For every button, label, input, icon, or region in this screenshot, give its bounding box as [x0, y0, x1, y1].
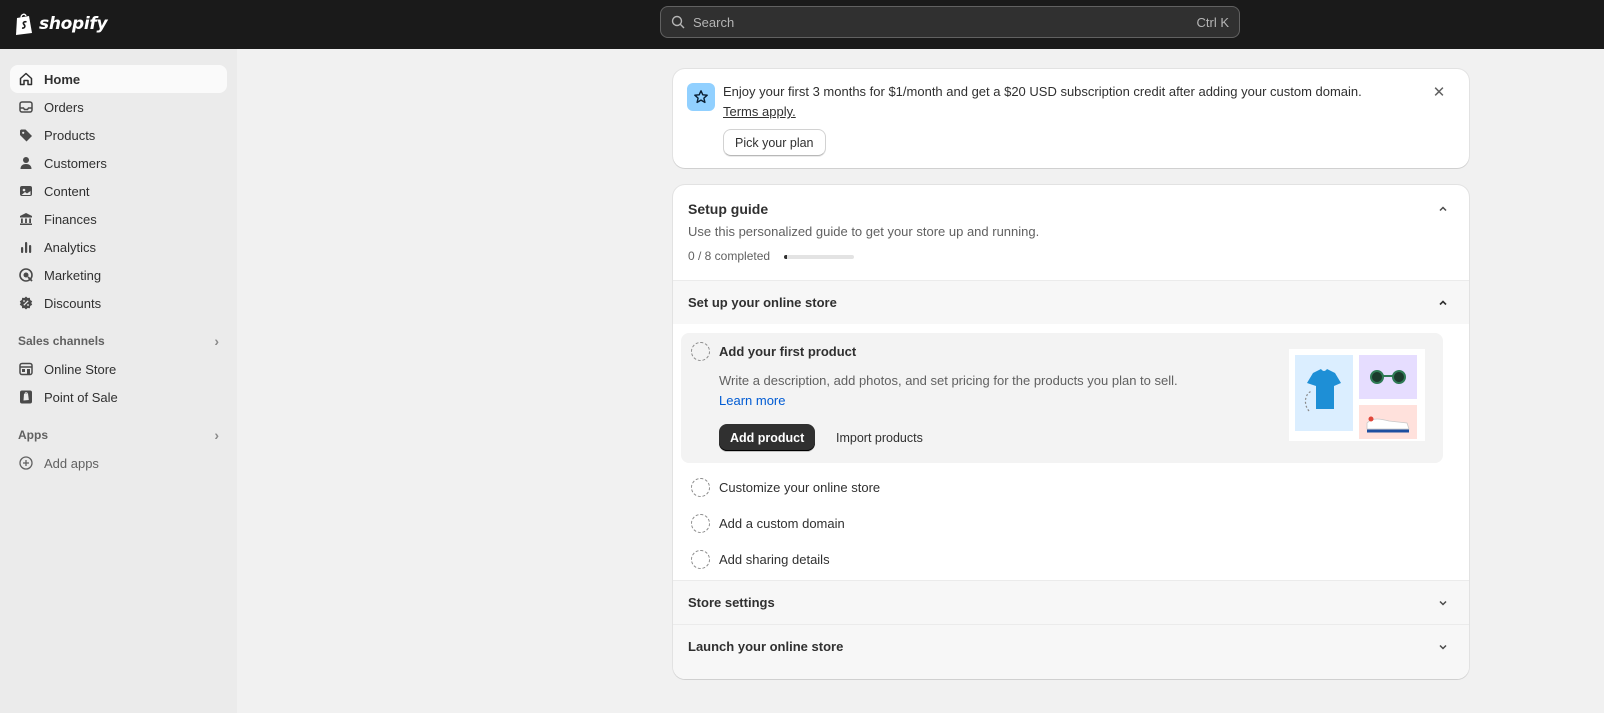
sales-channels-header[interactable]: Sales channels › [10, 327, 227, 355]
sidebar-item-label: Add apps [44, 455, 99, 471]
progress-bar [784, 255, 854, 259]
discount-icon [18, 295, 34, 311]
import-products-button[interactable]: Import products [836, 424, 923, 451]
sales-channels-label: Sales channels [18, 334, 105, 348]
task-title: Add a custom domain [719, 516, 845, 531]
shopify-logo[interactable]: shopify [14, 10, 108, 38]
search-input[interactable]: Search Ctrl K [660, 6, 1240, 38]
progress-text: 0 / 8 completed [688, 249, 771, 263]
store-icon [18, 361, 34, 377]
sidebar-item-finances[interactable]: Finances [10, 205, 227, 233]
sidebar-item-content[interactable]: Content [10, 177, 227, 205]
task-add-custom-domain[interactable]: Add a custom domain [681, 506, 1443, 542]
sidebar-item-label: Finances [44, 211, 97, 227]
sidebar-item-label: Content [44, 183, 90, 199]
task-title: Add sharing details [719, 552, 830, 567]
target-icon [18, 267, 34, 283]
setup-guide-title: Setup guide [688, 201, 769, 217]
sidebar-item-discounts[interactable]: Discounts [10, 289, 227, 317]
section-title: Launch your online store [688, 639, 844, 654]
main-content: Enjoy your first 3 months for $1/month a… [237, 49, 1604, 713]
sidebar-item-analytics[interactable]: Analytics [10, 233, 227, 261]
task-description-text: Write a description, add photos, and set… [719, 373, 1178, 388]
image-icon [18, 183, 34, 199]
incomplete-circle-icon[interactable] [691, 514, 710, 533]
apps-header[interactable]: Apps › [10, 421, 227, 449]
add-product-button[interactable]: Add product [719, 424, 816, 451]
sidebar-item-label: Discounts [44, 295, 102, 311]
bar-chart-icon [18, 239, 34, 255]
shopify-bag-icon [16, 13, 32, 35]
sidebar-item-label: Analytics [44, 239, 97, 255]
sidebar-item-marketing[interactable]: Marketing [10, 261, 227, 289]
chevron-right-icon: › [214, 427, 219, 443]
learn-more-link[interactable]: Learn more [719, 393, 785, 408]
sidebar-item-products[interactable]: Products [10, 121, 227, 149]
section-set-up-online-store[interactable]: Set up your online store [673, 280, 1469, 324]
task-add-first-product[interactable]: Add your first product Write a descripti… [681, 333, 1443, 463]
section-launch-online-store[interactable]: Launch your online store [673, 624, 1469, 679]
sidebar-item-home[interactable]: Home [10, 65, 227, 93]
chevron-up-icon[interactable] [1435, 201, 1451, 217]
progress-fill [784, 255, 787, 259]
search-icon [671, 15, 685, 29]
close-icon[interactable]: ✕ [1429, 82, 1449, 102]
inbox-icon [18, 99, 34, 115]
sidebar-item-label: Marketing [44, 267, 102, 283]
sidebar-item-online-store[interactable]: Online Store [10, 355, 227, 383]
sidebar-item-customers[interactable]: Customers [10, 149, 227, 177]
task-customize-online-store[interactable]: Customize your online store [681, 470, 1443, 506]
sidebar-item-label: Online Store [44, 361, 117, 377]
setup-guide-card: Setup guide Use this personalized guide … [673, 185, 1469, 679]
sidebar-item-add-apps[interactable]: Add apps [10, 449, 227, 477]
sidebar-item-label: Products [44, 127, 96, 143]
section-title: Store settings [688, 595, 775, 610]
task-add-sharing-details[interactable]: Add sharing details [681, 542, 1443, 578]
bank-icon [18, 211, 34, 227]
sidebar: Home Orders Products Customers Content F… [0, 49, 237, 713]
apps-label: Apps [18, 428, 48, 442]
sidebar-item-label: Customers [44, 155, 107, 171]
home-icon [18, 71, 34, 87]
sidebar-item-point-of-sale[interactable]: Point of Sale [10, 383, 227, 411]
pos-icon [18, 389, 34, 405]
section-title: Set up your online store [688, 295, 837, 310]
task-title: Customize your online store [719, 480, 881, 495]
product-illustration [1289, 349, 1425, 441]
task-description: Write a description, add photos, and set… [719, 371, 1189, 411]
chevron-up-icon[interactable] [1435, 295, 1451, 311]
plus-circle-icon [18, 455, 34, 471]
person-icon [18, 155, 34, 171]
sidebar-item-label: Orders [44, 99, 84, 115]
incomplete-circle-icon[interactable] [691, 478, 710, 497]
pick-plan-button[interactable]: Pick your plan [723, 129, 826, 156]
setup-guide-header: Setup guide Use this personalized guide … [673, 185, 1469, 280]
sidebar-item-label: Point of Sale [44, 389, 118, 405]
section-store-settings[interactable]: Store settings [673, 580, 1469, 624]
chevron-right-icon: › [214, 333, 219, 349]
chevron-down-icon[interactable] [1435, 639, 1451, 655]
search-shortcut: Ctrl K [1196, 14, 1230, 30]
tag-icon [18, 127, 34, 143]
incomplete-circle-icon[interactable] [691, 550, 710, 569]
setup-guide-subtitle: Use this personalized guide to get your … [688, 224, 1040, 239]
chevron-down-icon[interactable] [1435, 595, 1451, 611]
banner-message: Enjoy your first 3 months for $1/month a… [723, 84, 1362, 99]
terms-link[interactable]: Terms apply. [723, 104, 796, 119]
sidebar-item-orders[interactable]: Orders [10, 93, 227, 121]
sidebar-item-label: Home [44, 71, 81, 87]
logo-text: shopify [39, 14, 108, 34]
incomplete-circle-icon[interactable] [691, 342, 710, 361]
task-title: Add your first product [719, 344, 857, 359]
top-bar: shopify Search Ctrl K [0, 0, 1604, 49]
star-icon [687, 83, 715, 111]
search-placeholder: Search [693, 14, 735, 30]
promo-banner: Enjoy your first 3 months for $1/month a… [673, 69, 1469, 168]
